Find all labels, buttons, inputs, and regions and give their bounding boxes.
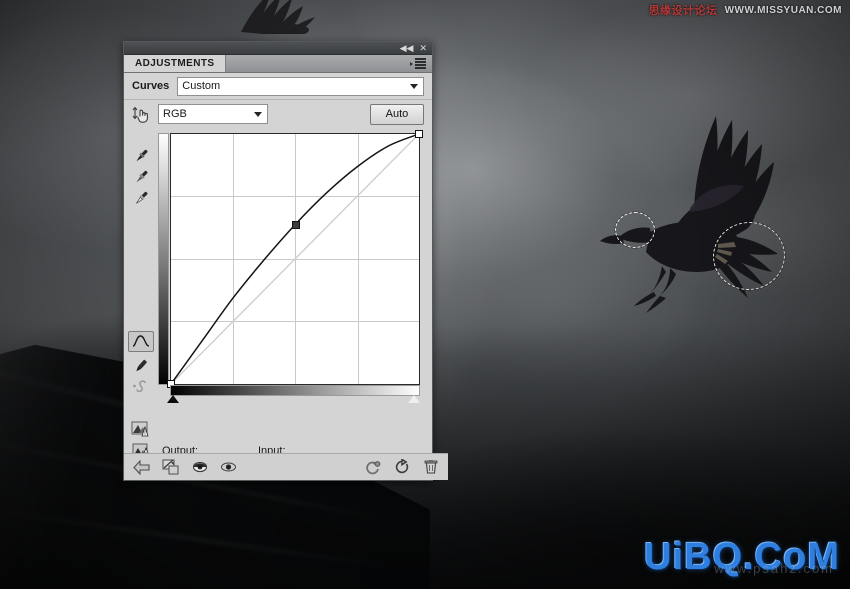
preview-eye-icon[interactable] — [219, 458, 238, 477]
channel-value: RGB — [163, 108, 187, 120]
reset-adjustment-icon[interactable] — [392, 458, 411, 477]
black-point-eyedropper-icon[interactable] — [128, 146, 154, 167]
panel-bottom-toolbar — [124, 453, 448, 480]
return-to-adjustment-list-icon[interactable] — [132, 458, 151, 477]
tab-adjustments-label: ADJUSTMENTS — [135, 58, 215, 69]
auto-button-label: Auto — [385, 108, 409, 120]
panel-tab-row: ADJUSTMENTS — [124, 55, 432, 73]
channel-row: RGB Auto — [124, 100, 432, 128]
curve-point-white[interactable] — [415, 130, 424, 139]
input-gradient-bar — [170, 385, 420, 396]
clip-to-layer-icon[interactable] — [161, 458, 180, 477]
preset-row: Curves Custom — [124, 73, 432, 100]
watermark-top-en: WWW.MISSYUAN.COM — [724, 4, 842, 16]
toggle-layer-visibility-icon[interactable] — [190, 458, 209, 477]
panel-titlebar: ◀◀ ✕ — [124, 42, 432, 55]
watermark-top-cn: 思缘设计论坛 — [648, 5, 718, 17]
tab-adjustments[interactable]: ADJUSTMENTS — [124, 55, 227, 72]
preset-dropdown[interactable]: Custom — [177, 76, 424, 96]
adjustments-panel: ◀◀ ✕ ADJUSTMENTS Curves Custom RGB Auto … — [123, 41, 448, 481]
white-point-eyedropper-icon[interactable] — [128, 188, 154, 209]
auto-button[interactable]: Auto — [370, 103, 424, 125]
chevron-down-icon — [254, 111, 262, 117]
panel-menu-bars-icon — [415, 58, 426, 69]
curves-grid[interactable] — [167, 130, 424, 389]
watermark-bottom: UiBQ.CoM www.psahz.com — [644, 538, 840, 576]
output-gradient-bar — [158, 133, 169, 385]
curve-plot — [171, 134, 419, 384]
screenshot-canvas: 思缘设计论坛 WWW.MISSYUAN.COM UiBQ.CoM www.psa… — [0, 0, 850, 589]
tab-filler — [226, 55, 432, 72]
close-icon[interactable]: ✕ — [419, 43, 427, 53]
edit-points-curve-icon[interactable] — [128, 330, 154, 353]
baseline-diagonal — [171, 134, 419, 384]
curves-toolstrip: ! — [124, 128, 158, 439]
on-image-adjust-icon[interactable] — [130, 104, 152, 124]
panel-menu-triangle-icon — [410, 61, 413, 66]
clipping-warning-icon[interactable]: ! — [128, 418, 154, 439]
black-point-slider[interactable] — [167, 395, 179, 403]
white-point-slider[interactable] — [408, 395, 420, 403]
collapse-icon[interactable]: ◀◀ — [400, 43, 414, 53]
gray-point-eyedropper-icon[interactable] — [128, 167, 154, 188]
channel-dropdown[interactable]: RGB — [158, 104, 268, 124]
panel-menu-icon[interactable] — [410, 58, 426, 69]
curves-label: Curves — [132, 80, 170, 92]
delete-adjustment-icon[interactable] — [421, 458, 440, 477]
chevron-down-icon — [410, 83, 418, 89]
pencil-draw-curve-icon[interactable] — [128, 355, 154, 376]
curve-point-mid[interactable] — [291, 220, 300, 229]
smooth-curve-icon[interactable] — [128, 376, 154, 397]
watermark-top: 思缘设计论坛 WWW.MISSYUAN.COM — [649, 2, 842, 18]
panel-body: ! — [124, 128, 432, 439]
preset-value: Custom — [182, 80, 221, 92]
curves-graph-area — [158, 128, 432, 439]
reset-to-previous-icon[interactable] — [363, 458, 382, 477]
